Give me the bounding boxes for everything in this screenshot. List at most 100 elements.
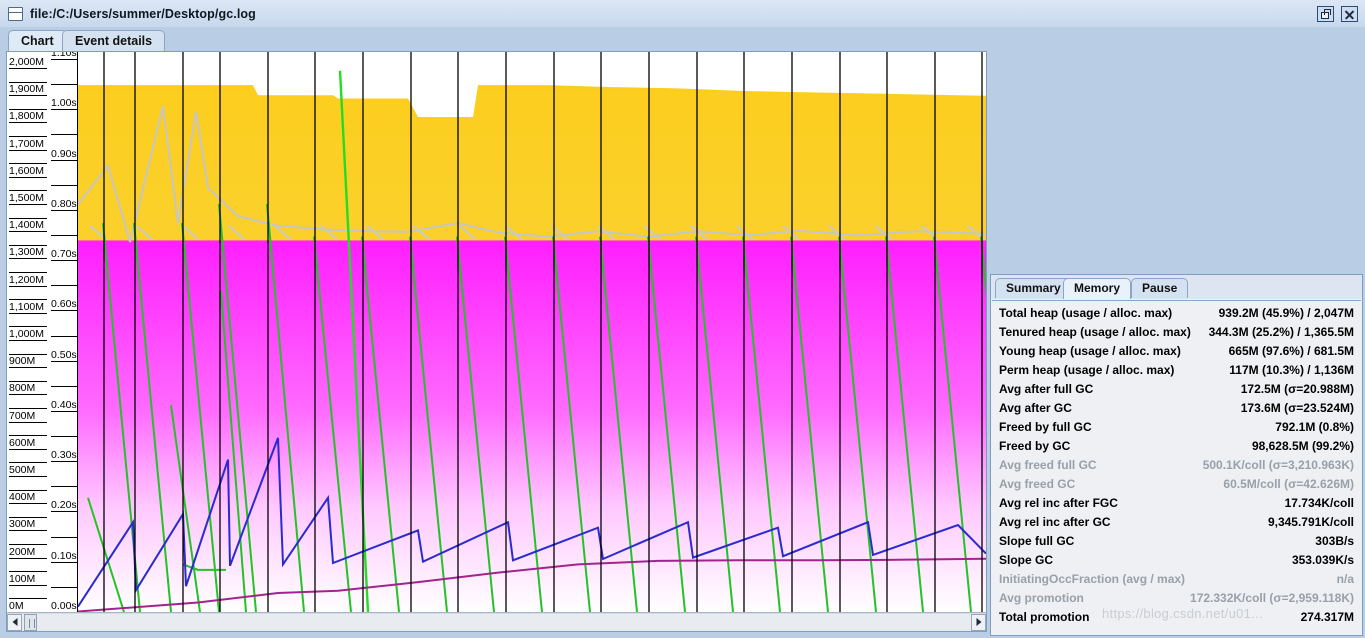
stats-row-value: 792.1M (0.8%): [1275, 418, 1354, 437]
stats-row-key: Slope GC: [999, 551, 1053, 570]
memory-axis-tick-label: 1,200M: [9, 275, 47, 287]
memory-axis-tick-label: 600M: [9, 438, 47, 450]
gcviewer-window: file:/C:/Users/summer/Desktop/gc.log Cha…: [0, 0, 1365, 638]
time-axis-tick-label: 0.00s: [51, 601, 78, 612]
time-axis-tick-label: 0.20s: [51, 500, 78, 512]
stats-row-value: 172.5M (σ=20.988M): [1241, 380, 1354, 399]
memory-axis-tick-label: 2,000M: [9, 57, 47, 69]
stats-row-value: 274.317M: [1301, 608, 1354, 627]
time-axis-tick-label: 0.40s: [51, 400, 78, 412]
time-axis-minor-tick: [51, 185, 78, 186]
time-axis-minor-tick: [51, 486, 78, 487]
stats-row-key: Avg after full GC: [999, 380, 1093, 399]
stats-row-value: 117M (10.3%) / 1,136M: [1229, 361, 1354, 380]
time-axis-minor-tick: [51, 436, 78, 437]
memory-axis-minor-tick: [9, 190, 47, 191]
time-axis-minor-tick: [51, 235, 78, 236]
scroll-thumb[interactable]: [24, 614, 37, 631]
scroll-track[interactable]: [22, 614, 971, 631]
stats-row-value: 172.332K/coll (σ=2,959.118K): [1190, 589, 1354, 608]
memory-axis-tick-label: 1,700M: [9, 139, 47, 151]
memory-axis-tick-label: 800M: [9, 383, 47, 395]
stats-row-key: InitiatingOccFraction (avg / max): [999, 570, 1185, 589]
stats-row: Young heap (usage / alloc. max) 665M (97.…: [999, 342, 1354, 361]
time-axis-minor-tick: [51, 285, 78, 286]
memory-axis-tick-label: 0M: [9, 601, 47, 612]
memory-axis-minor-tick: [9, 326, 47, 327]
memory-axis-tick-label: 1,900M: [9, 84, 47, 96]
memory-axis-minor-tick: [9, 435, 47, 436]
memory-axis-tick-label: 200M: [9, 547, 47, 559]
memory-axis-tick-label: 1,800M: [9, 111, 47, 123]
stats-row: InitiatingOccFraction (avg / max)n/a: [999, 570, 1354, 589]
time-axis-tick-label: 0.90s: [51, 149, 78, 161]
stats-row-key: Avg after GC: [999, 399, 1072, 418]
time-axis-tick-label: 0.80s: [51, 199, 78, 211]
gc-chart-plot[interactable]: [78, 52, 986, 612]
stats-row-key: Total heap (usage / alloc. max): [999, 304, 1172, 323]
time-axis-tick-label: 1.00s: [51, 98, 78, 110]
stats-row: Freed by GC 98,628.5M (99.2%): [999, 437, 1354, 456]
memory-axis-minor-tick: [9, 245, 47, 246]
time-axis-minor-tick: [51, 587, 78, 588]
stats-row-value: 665M (97.6%) / 681.5M: [1229, 342, 1354, 361]
stats-row: Avg promotion 172.332K/coll (σ=2,959.118K…: [999, 589, 1354, 608]
tab-memory[interactable]: Memory: [1063, 278, 1131, 299]
memory-axis-tick-label: 300M: [9, 519, 47, 531]
time-axis-tick-label: 0.70s: [51, 249, 78, 261]
memory-axis-minor-tick: [9, 490, 47, 491]
stats-row-value: 9,345.791K/coll: [1268, 513, 1354, 532]
stats-row: Avg after GC173.6M (σ=23.524M): [999, 399, 1354, 418]
stats-row-key: Avg freed full GC: [999, 456, 1097, 475]
tab-pause[interactable]: Pause: [1131, 278, 1188, 298]
memory-axis-minor-tick: [9, 82, 47, 83]
time-axis-tick-label: 0.30s: [51, 450, 78, 462]
stats-row-value: 98,628.5M (99.2%): [1252, 437, 1354, 456]
time-axis-minor-tick: [51, 84, 78, 85]
stats-row-key: Avg rel inc after GC: [999, 513, 1111, 532]
stats-row: Avg after full GC 172.5M (σ=20.988M): [999, 380, 1354, 399]
memory-axis-minor-tick: [9, 299, 47, 300]
stats-row-key: Total promotion: [999, 608, 1089, 627]
tab-chart[interactable]: Chart: [8, 30, 67, 52]
chart-panel: 0M100M200M300M400M500M600M700M800M900M1,…: [6, 51, 987, 632]
stats-row-value: 303B/s: [1315, 532, 1354, 551]
memory-axis-minor-tick: [9, 354, 47, 355]
stats-row-value: 60.5M/coll (σ=42.626M): [1223, 475, 1354, 494]
window-buttons: [1317, 6, 1358, 22]
time-axis-minor-tick: [51, 336, 78, 337]
close-button[interactable]: [1341, 6, 1358, 22]
stats-row-key: Young heap (usage / alloc. max): [999, 342, 1181, 361]
main-tabstrip: Chart Event details: [0, 27, 1365, 51]
stats-row: Slope GC 353.039K/s: [999, 551, 1354, 570]
memory-axis-tick-label: 100M: [9, 574, 47, 586]
stats-tabstrip: Summary Memory Pause: [991, 275, 1362, 299]
memory-axis-minor-tick: [9, 163, 47, 164]
stats-row: Avg freed full GC500.1K/coll (σ=3,210.96…: [999, 456, 1354, 475]
time-axis-tick-label: 0.60s: [51, 299, 78, 311]
memory-axis-tick-label: 1,000M: [9, 329, 47, 341]
time-axis-tick-label: 0.10s: [51, 551, 78, 563]
memory-axis-tick-label: 1,500M: [9, 193, 47, 205]
memory-axis-tick-label: 900M: [9, 356, 47, 368]
stats-row-key: Slope full GC: [999, 532, 1074, 551]
stats-row-key: Freed by GC: [999, 437, 1070, 456]
tab-event-details[interactable]: Event details: [62, 30, 165, 51]
restore-button[interactable]: [1317, 6, 1334, 22]
memory-axis-minor-tick: [9, 381, 47, 382]
memory-axis-tick-label: 1,600M: [9, 166, 47, 178]
stats-row-key: Freed by full GC: [999, 418, 1092, 437]
stats-row-value: 353.039K/s: [1292, 551, 1354, 570]
scroll-left-button[interactable]: [7, 614, 22, 631]
stats-row-key: Avg promotion: [999, 589, 1084, 608]
chart-horizontal-scrollbar[interactable]: [7, 612, 986, 631]
memory-axis-minor-tick: [9, 408, 47, 409]
scroll-right-button[interactable]: [971, 614, 986, 631]
stats-row-key: Perm heap (usage / alloc. max): [999, 361, 1174, 380]
tab-summary[interactable]: Summary: [995, 278, 1072, 298]
title-bar: file:/C:/Users/summer/Desktop/gc.log: [0, 0, 1365, 28]
memory-axis-tick-label: 1,300M: [9, 247, 47, 259]
memory-axis-tick-label: 400M: [9, 492, 47, 504]
memory-axis-minor-tick: [9, 571, 47, 572]
memory-stats-list: Total heap (usage / alloc. max)939.2M (4…: [992, 300, 1361, 634]
